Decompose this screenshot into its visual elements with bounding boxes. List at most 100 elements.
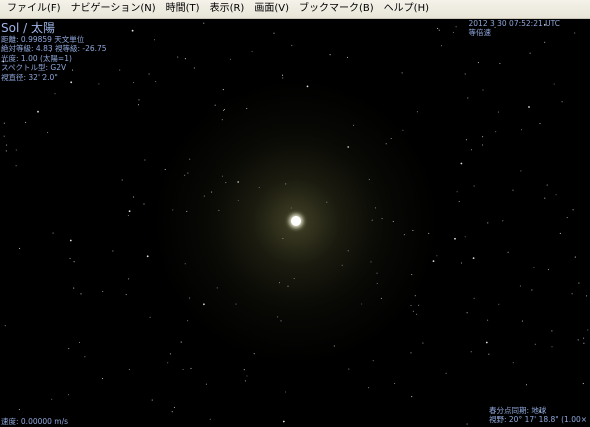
menu-file[interactable]: ファイル(F) [2, 0, 66, 18]
star [437, 27, 439, 29]
star [131, 29, 134, 32]
star [329, 54, 331, 56]
object-name: Sol / 太陽 [1, 21, 55, 35]
star [473, 297, 475, 299]
star [460, 162, 463, 165]
star [502, 220, 504, 222]
object-distance: 距離: 0.99859 天文単位 [1, 35, 85, 44]
star [243, 369, 245, 371]
menu-navigation[interactable]: ナビゲーション(N) [66, 0, 161, 18]
star [582, 383, 584, 385]
sky-view[interactable]: Sol / 太陽 距離: 0.99859 天文単位 絶対等級: 4.83 視等級… [0, 19, 590, 427]
star [177, 56, 179, 58]
star [472, 257, 475, 259]
star [47, 132, 49, 134]
star [473, 185, 475, 187]
star [410, 352, 412, 354]
star [470, 149, 472, 151]
star [68, 394, 70, 396]
star [229, 58, 231, 60]
star [119, 69, 121, 71]
star [4, 325, 6, 327]
star [368, 387, 370, 389]
star [214, 104, 216, 106]
field-of-view: 視野: 20° 17' 18.8" (1.00× [489, 415, 588, 425]
star [477, 62, 479, 64]
star [15, 149, 17, 151]
star [410, 305, 412, 307]
star [401, 72, 403, 74]
star [458, 201, 460, 203]
star [512, 362, 514, 364]
star [534, 343, 536, 345]
star [205, 383, 207, 385]
star [455, 26, 457, 28]
sun-disc[interactable] [291, 216, 301, 226]
star [148, 73, 150, 75]
star [112, 250, 114, 252]
menu-bar: ファイル(F) ナビゲーション(N) 時間(T) 表示(R) 画面(V) ブック… [0, 0, 590, 19]
star [101, 378, 104, 380]
star [460, 262, 463, 264]
star [6, 144, 8, 146]
menu-display[interactable]: 表示(R) [205, 0, 250, 18]
star [132, 196, 135, 198]
star [69, 257, 71, 259]
star [102, 290, 104, 293]
star [485, 341, 488, 344]
star [98, 83, 100, 85]
object-magnitude: 絶対等級: 4.83 視等級: -26.75 [1, 44, 107, 54]
menu-time[interactable]: 時間(T) [161, 0, 205, 18]
star [251, 50, 253, 52]
star [54, 93, 56, 95]
star [68, 348, 70, 350]
star [482, 136, 484, 138]
star [246, 375, 248, 377]
star [432, 260, 435, 262]
star [167, 362, 169, 364]
star [497, 111, 500, 113]
star [69, 239, 72, 242]
star [578, 282, 580, 284]
star [481, 144, 484, 146]
star [559, 232, 561, 234]
star [84, 356, 86, 358]
star [144, 159, 146, 161]
star [544, 197, 546, 199]
star [15, 165, 17, 167]
star [187, 320, 189, 322]
star [521, 320, 523, 322]
star [587, 329, 589, 331]
star [193, 67, 195, 69]
star [454, 237, 456, 240]
menu-help[interactable]: ヘルプ(H) [379, 0, 434, 18]
star [498, 303, 500, 305]
star [528, 106, 530, 108]
star [394, 382, 396, 385]
star [80, 293, 82, 295]
star [467, 97, 469, 99]
star [51, 398, 53, 400]
star [561, 101, 563, 103]
star [151, 399, 153, 401]
star [411, 396, 413, 398]
star [507, 251, 509, 253]
star [416, 111, 418, 113]
star [171, 411, 173, 413]
star [143, 203, 145, 205]
star [37, 110, 39, 113]
star [440, 45, 443, 47]
star [121, 179, 123, 181]
star [3, 135, 5, 137]
star [273, 32, 275, 34]
star [547, 269, 550, 271]
star [346, 56, 349, 58]
reference-frame: 春分点同期: 地球 [489, 406, 547, 415]
star [73, 287, 75, 289]
menu-bookmarks[interactable]: ブックマーク(B) [294, 0, 379, 18]
star [153, 39, 156, 41]
star [5, 150, 7, 152]
star [52, 232, 54, 234]
menu-view[interactable]: 画面(V) [249, 0, 294, 18]
star [488, 353, 490, 355]
